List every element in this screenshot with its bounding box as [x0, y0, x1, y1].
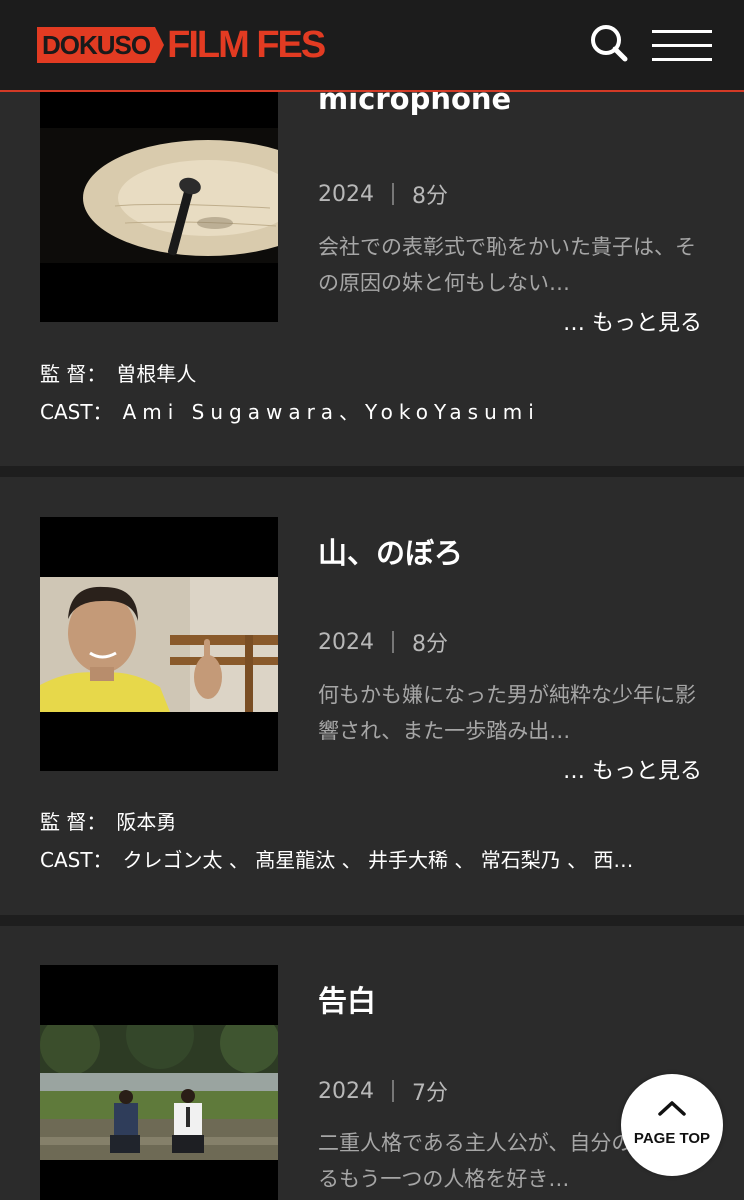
film-meta: 2024 8分 [318, 626, 448, 658]
film-thumbnail[interactable] [40, 517, 278, 771]
film-title[interactable]: 山、のぼろ [318, 530, 463, 572]
meta-divider [392, 183, 394, 205]
film-card-kokuhaku: 告白 2024 7分 二重人格である主人公が、自分の中にいるもう一つの人格を好き… [0, 926, 744, 1200]
cast-names: Ami Sugawara、YokoYasumi [122, 400, 540, 424]
film-year: 2024 [318, 629, 374, 655]
film-synopsis: 何もかも嫌になった男が純粋な少年に影響され、また一歩踏み出… [318, 683, 696, 743]
director-credit: 監 督： 阪本勇 [40, 806, 176, 835]
director-credit: 監 督： 曽根隼人 [40, 358, 196, 387]
film-thumbnail[interactable] [40, 965, 278, 1200]
director-label: 監 督： [40, 810, 107, 834]
logo-box-text: DOKUSO [37, 27, 156, 63]
film-thumbnail[interactable] [40, 68, 278, 322]
film-title[interactable]: 告白 [318, 978, 376, 1020]
film-year: 2024 [318, 181, 374, 207]
cast-label: CAST： [40, 400, 113, 424]
chevron-up-icon [658, 1101, 686, 1116]
card-divider [0, 466, 744, 477]
director-label: 監 督： [40, 362, 107, 386]
director-name: 阪本勇 [116, 810, 177, 834]
site-header: DOKUSO FILM FES [0, 0, 744, 92]
film-meta: 2024 7分 [318, 1075, 448, 1107]
read-more-link[interactable]: … もっと見る [563, 305, 702, 337]
page-top-label: PAGE TOP [633, 1130, 711, 1147]
film-year: 2024 [318, 1078, 374, 1104]
film-duration: 8分 [412, 632, 448, 657]
cast-label: CAST： [40, 848, 113, 872]
hamburger-menu-icon[interactable] [652, 30, 712, 62]
card-divider [0, 915, 744, 926]
film-synopsis: 会社での表彰式で恥をかいた貴子は、その原因の妹と何もしない… [318, 235, 696, 295]
logo-text: FILM FES [167, 24, 326, 66]
meta-divider [392, 1080, 394, 1102]
cast-credit: CAST： クレゴン太 、 髙星龍汰 、 井手大稀 、 常石梨乃 、 西… [40, 844, 633, 873]
meta-divider [392, 631, 394, 653]
director-name: 曽根隼人 [116, 362, 197, 386]
cast-names: クレゴン太 、 髙星龍汰 、 井手大稀 、 常石梨乃 、 西… [122, 848, 634, 872]
cast-credit: CAST： Ami Sugawara、YokoYasumi [40, 396, 540, 425]
film-duration: 8分 [412, 184, 448, 209]
logo-arrow-shape [155, 27, 165, 63]
film-duration: 7分 [412, 1081, 448, 1106]
read-more-link[interactable]: … もっと見る [563, 753, 702, 785]
search-icon[interactable] [588, 22, 630, 64]
film-card-yama-nobororo: 山、のぼろ 2024 8分 何もかも嫌になった男が純粋な少年に影響され、また一歩… [0, 477, 744, 915]
film-meta: 2024 8分 [318, 178, 448, 210]
site-logo[interactable]: DOKUSO FILM FES [37, 24, 326, 66]
page-top-button[interactable]: PAGE TOP [621, 1074, 723, 1176]
